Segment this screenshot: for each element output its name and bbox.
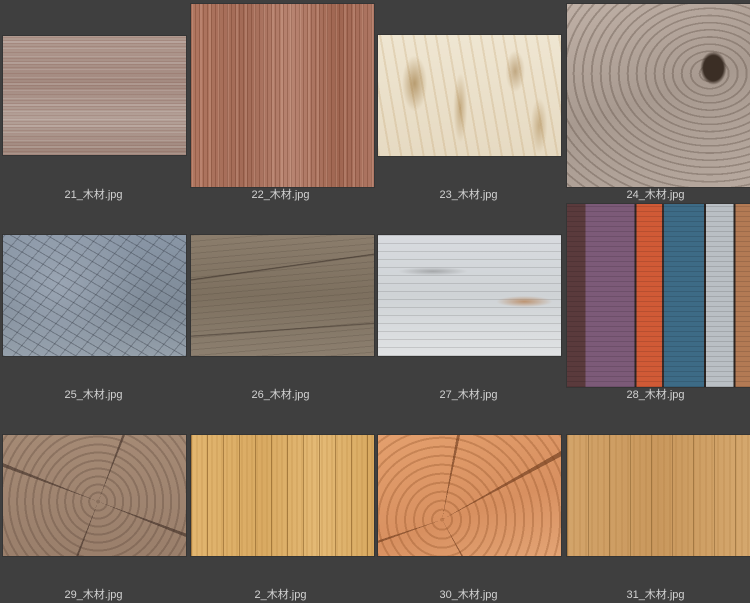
thumbnail-27[interactable] — [378, 235, 561, 356]
file-name-21[interactable]: 21_木材.jpg — [0, 188, 187, 202]
file-name-31[interactable]: 31_木材.jpg — [562, 588, 749, 602]
file-name-23[interactable]: 23_木材.jpg — [375, 188, 562, 202]
thumbnail-21[interactable] — [3, 36, 186, 155]
thumbnail-31[interactable] — [567, 435, 750, 556]
file-name-29[interactable]: 29_木材.jpg — [0, 588, 187, 602]
file-name-2[interactable]: 2_木材.jpg — [187, 588, 374, 602]
thumbnail-30[interactable] — [378, 435, 561, 556]
thumbnail-23[interactable] — [378, 35, 561, 156]
file-name-22[interactable]: 22_木材.jpg — [187, 188, 374, 202]
thumbnail-29[interactable] — [3, 435, 186, 556]
file-name-25[interactable]: 25_木材.jpg — [0, 388, 187, 402]
file-name-27[interactable]: 27_木材.jpg — [375, 388, 562, 402]
file-name-28[interactable]: 28_木材.jpg — [562, 388, 749, 402]
thumbnail-2[interactable] — [191, 435, 374, 556]
thumbnail-26[interactable] — [191, 235, 374, 356]
thumbnail-25[interactable] — [3, 235, 186, 356]
file-name-30[interactable]: 30_木材.jpg — [375, 588, 562, 602]
file-name-26[interactable]: 26_木材.jpg — [187, 388, 374, 402]
thumbnail-24[interactable] — [567, 4, 750, 187]
thumbnail-28[interactable] — [567, 204, 750, 387]
file-name-24[interactable]: 24_木材.jpg — [562, 188, 749, 202]
thumbnail-22[interactable] — [191, 4, 374, 187]
